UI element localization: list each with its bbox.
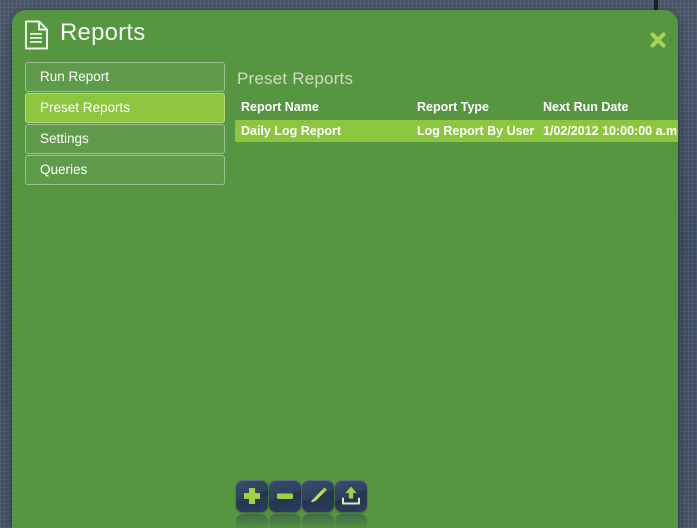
button-reflection — [269, 514, 301, 528]
table-header: Report Name Report Type Next Run Date — [235, 100, 678, 120]
button-reflection — [236, 514, 268, 528]
minus-icon — [269, 480, 301, 512]
column-header-report-type[interactable]: Report Type — [411, 100, 537, 120]
sidebar-item-preset-reports[interactable]: Preset Reports — [25, 93, 225, 123]
column-header-next-run-date[interactable]: Next Run Date — [537, 100, 678, 120]
add-button[interactable] — [236, 480, 268, 528]
cell-report-type[interactable]: Log Report By User — [411, 120, 537, 142]
reports-dialog: Reports Run Report Preset Reports Settin… — [12, 10, 678, 528]
remove-button[interactable] — [269, 480, 301, 528]
main-content: Preset Reports Report Name Report Type N… — [235, 60, 678, 142]
section-heading: Preset Reports — [237, 69, 354, 88]
table-header-row: Report Name Report Type Next Run Date — [235, 100, 678, 120]
preset-reports-table: Report Name Report Type Next Run Date Da… — [235, 100, 678, 142]
plus-icon — [236, 480, 268, 512]
pencil-icon — [302, 480, 334, 512]
button-reflection — [335, 514, 367, 528]
dialog-titlebar: Reports — [12, 10, 678, 58]
cell-report-name[interactable]: Daily Log Report — [235, 120, 411, 142]
button-reflection — [302, 514, 334, 528]
sidebar-item-settings[interactable]: Settings — [25, 124, 225, 154]
document-icon — [24, 20, 49, 50]
sidebar-item-queries[interactable]: Queries — [25, 155, 225, 185]
edit-button[interactable] — [302, 480, 334, 528]
upload-icon — [335, 480, 367, 512]
sidebar-nav: Run Report Preset Reports Settings Queri… — [25, 62, 225, 186]
upload-button[interactable] — [335, 480, 367, 528]
action-toolbar — [236, 474, 386, 528]
table-body: Daily Log Report Log Report By User 1/02… — [235, 120, 678, 142]
page-title: Reports — [60, 19, 146, 46]
sidebar-item-run-report[interactable]: Run Report — [25, 62, 225, 92]
cell-next-run-date[interactable]: 1/02/2012 10:00:00 a.m. — [537, 120, 678, 142]
close-icon[interactable] — [646, 28, 670, 52]
column-header-report-name[interactable]: Report Name — [235, 100, 411, 120]
table-row[interactable]: Daily Log Report Log Report By User 1/02… — [235, 120, 678, 142]
